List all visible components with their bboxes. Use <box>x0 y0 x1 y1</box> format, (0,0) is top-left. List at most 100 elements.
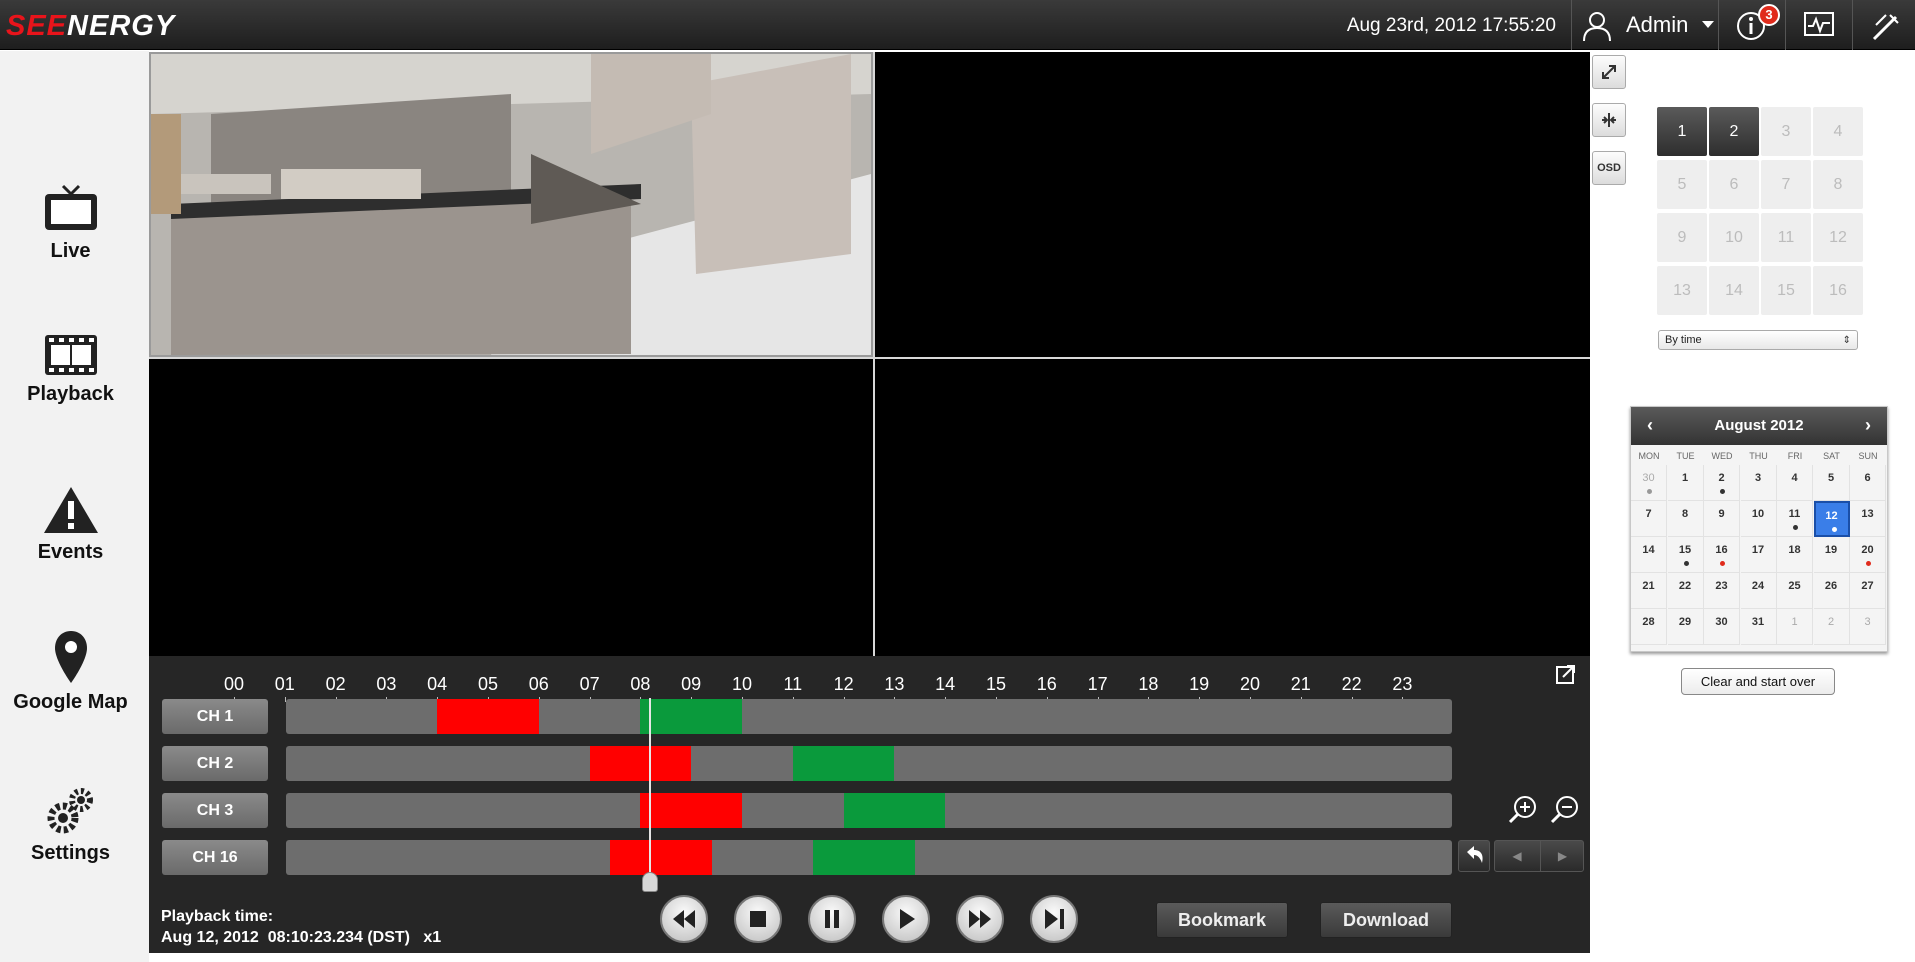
calendar-day[interactable]: 14 <box>1631 537 1667 573</box>
video-tile-1[interactable] <box>149 52 873 357</box>
calendar-day[interactable]: 10 <box>1740 501 1777 537</box>
nav-settings[interactable]: Settings <box>0 786 141 896</box>
osd-button[interactable]: OSD <box>1592 151 1626 185</box>
search-mode-select[interactable]: By time ⇕ <box>1658 330 1858 350</box>
popout-icon[interactable] <box>1555 663 1577 685</box>
user-menu[interactable]: Admin <box>1576 0 1716 50</box>
calendar-prev-button[interactable]: ‹ <box>1635 407 1665 445</box>
calendar-day[interactable]: 25 <box>1777 573 1813 609</box>
calendar-day[interactable]: 2 <box>1704 465 1740 501</box>
next-frame-button[interactable] <box>1030 895 1078 943</box>
fast-forward-button[interactable] <box>956 895 1004 943</box>
calendar-day[interactable]: 21 <box>1631 573 1667 609</box>
channel-label[interactable]: CH 3 <box>162 793 268 828</box>
calendar-day[interactable]: 23 <box>1704 573 1740 609</box>
stop-button[interactable] <box>734 895 782 943</box>
video-tile-4[interactable] <box>875 359 1590 656</box>
bookmark-button[interactable]: Bookmark <box>1156 902 1288 938</box>
fullscreen-button[interactable] <box>1592 55 1626 89</box>
channel-button-16[interactable]: 16 <box>1813 266 1863 315</box>
timeline-prev-button[interactable]: ◀ <box>1495 841 1539 871</box>
event-recording-segment[interactable] <box>609 840 712 875</box>
calendar-day[interactable]: 24 <box>1740 573 1777 609</box>
channel-button-15[interactable]: 15 <box>1761 266 1811 315</box>
channel-button-4[interactable]: 4 <box>1813 107 1863 156</box>
nav-live[interactable]: Live <box>0 184 141 294</box>
calendar-day[interactable]: 17 <box>1740 537 1777 573</box>
calendar-day[interactable]: 3 <box>1740 465 1777 501</box>
zoom-out-icon[interactable] <box>1549 794 1581 826</box>
calendar-day[interactable]: 30 <box>1704 609 1740 645</box>
info-button[interactable]: 3 <box>1718 0 1784 50</box>
calendar-day[interactable]: 20 <box>1850 537 1886 573</box>
calendar-day[interactable]: 27 <box>1850 573 1886 609</box>
channel-button-11[interactable]: 11 <box>1761 213 1811 262</box>
event-recording-segment[interactable] <box>589 746 692 781</box>
video-tile-2[interactable] <box>875 52 1590 357</box>
event-recording-segment[interactable] <box>640 793 742 828</box>
calendar-day[interactable]: 28 <box>1631 609 1667 645</box>
calendar-day[interactable]: 8 <box>1667 501 1704 537</box>
channel-button-1[interactable]: 1 <box>1657 107 1707 156</box>
calendar-day[interactable]: 9 <box>1704 501 1740 537</box>
nav-events[interactable]: Events <box>0 485 141 595</box>
calendar-day[interactable]: 29 <box>1667 609 1704 645</box>
calendar-next-button[interactable]: › <box>1853 407 1883 445</box>
channel-button-6[interactable]: 6 <box>1709 160 1759 209</box>
channel-button-12[interactable]: 12 <box>1813 213 1863 262</box>
calendar-day[interactable]: 6 <box>1850 465 1886 501</box>
channel-button-14[interactable]: 14 <box>1709 266 1759 315</box>
calendar-day[interactable]: 13 <box>1850 501 1886 537</box>
tools-button[interactable] <box>1852 0 1915 50</box>
playhead-handle[interactable] <box>642 872 659 892</box>
calendar-day[interactable]: 7 <box>1631 501 1667 537</box>
channel-track[interactable] <box>286 699 1452 734</box>
channel-track[interactable] <box>286 793 1452 828</box>
timeline-next-button[interactable]: ▶ <box>1540 841 1584 871</box>
calendar-day[interactable]: 1 <box>1667 465 1704 501</box>
calendar-day[interactable]: 18 <box>1777 537 1813 573</box>
pause-button[interactable] <box>808 895 856 943</box>
channel-label[interactable]: CH 2 <box>162 746 268 781</box>
calendar-day[interactable]: 30 <box>1631 465 1667 501</box>
channel-button-7[interactable]: 7 <box>1761 160 1811 209</box>
normal-recording-segment[interactable] <box>813 840 915 875</box>
channel-track[interactable] <box>286 840 1452 875</box>
normal-recording-segment[interactable] <box>792 746 895 781</box>
download-button[interactable]: Download <box>1320 902 1452 938</box>
nav-google-map[interactable]: Google Map <box>0 629 141 739</box>
channel-label[interactable]: CH 1 <box>162 699 268 734</box>
calendar-day[interactable]: 19 <box>1813 537 1850 573</box>
video-tile-3[interactable] <box>149 359 873 656</box>
video-grid[interactable] <box>149 52 1590 656</box>
split-view-button[interactable] <box>1592 103 1626 137</box>
channel-track[interactable] <box>286 746 1452 781</box>
calendar-day[interactable]: 11 <box>1777 501 1813 537</box>
monitor-button[interactable] <box>1785 0 1851 50</box>
channel-button-5[interactable]: 5 <box>1657 160 1707 209</box>
channel-button-3[interactable]: 3 <box>1761 107 1811 156</box>
normal-recording-segment[interactable] <box>640 699 742 734</box>
channel-label[interactable]: CH 16 <box>162 840 268 875</box>
calendar-day[interactable]: 3 <box>1850 609 1886 645</box>
calendar-day[interactable]: 16 <box>1704 537 1740 573</box>
calendar-day[interactable]: 15 <box>1667 537 1704 573</box>
clear-start-over-button[interactable]: Clear and start over <box>1681 668 1835 695</box>
calendar-day[interactable]: 4 <box>1777 465 1813 501</box>
calendar-day[interactable]: 5 <box>1813 465 1850 501</box>
channel-button-2[interactable]: 2 <box>1709 107 1759 156</box>
calendar-day[interactable]: 1 <box>1777 609 1813 645</box>
channel-button-9[interactable]: 9 <box>1657 213 1707 262</box>
calendar-day[interactable]: 22 <box>1667 573 1704 609</box>
channel-button-10[interactable]: 10 <box>1709 213 1759 262</box>
calendar-day[interactable]: 31 <box>1740 609 1777 645</box>
channel-button-8[interactable]: 8 <box>1813 160 1863 209</box>
zoom-in-icon[interactable] <box>1507 794 1539 826</box>
calendar-day[interactable]: 12 <box>1813 501 1850 537</box>
timeline-undo-button[interactable] <box>1458 840 1490 872</box>
calendar-day[interactable]: 2 <box>1813 609 1850 645</box>
nav-playback[interactable]: Playback <box>0 333 141 443</box>
event-recording-segment[interactable] <box>437 699 539 734</box>
play-button[interactable] <box>882 895 930 943</box>
calendar-day[interactable]: 26 <box>1813 573 1850 609</box>
